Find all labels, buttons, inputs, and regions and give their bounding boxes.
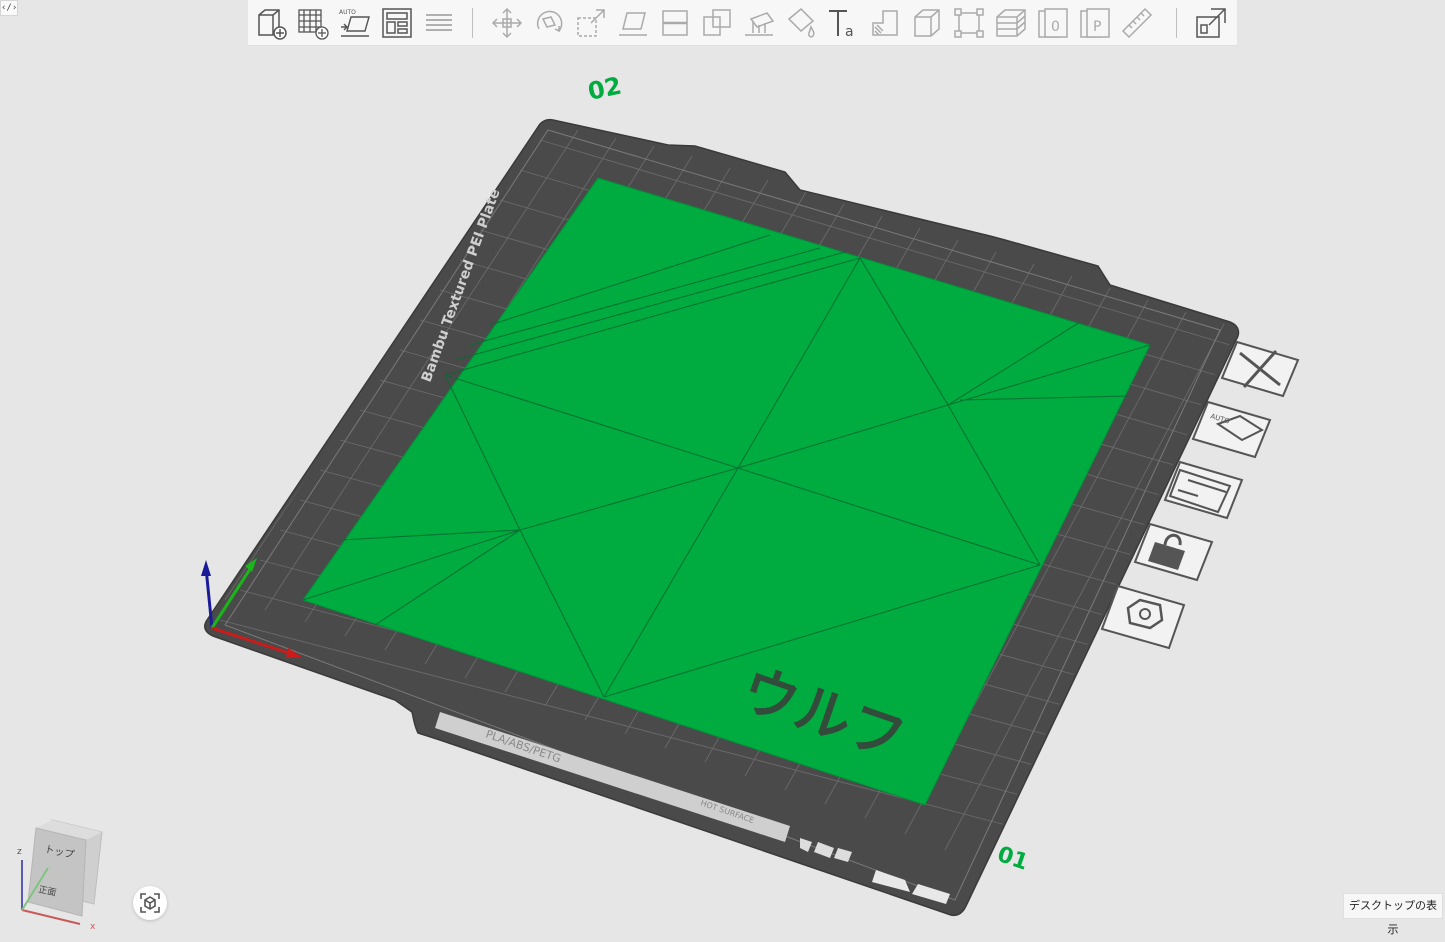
fit-view-icon bbox=[140, 893, 160, 913]
cube-axis-x-label: x bbox=[90, 922, 96, 930]
close-icon[interactable] bbox=[1220, 340, 1300, 398]
plate-number-top: 02 bbox=[585, 72, 623, 106]
plate-number-bottom: 01 bbox=[994, 842, 1031, 876]
viewport-3d[interactable]: PLA/ABS/PETG HOT SURFACE Bambu Textured … bbox=[0, 0, 1445, 930]
arrange-icon[interactable] bbox=[1163, 460, 1244, 520]
show-desktop-tooltip: デスクトップの表示 bbox=[1343, 893, 1443, 936]
settings-icon[interactable] bbox=[1100, 584, 1186, 650]
cube-axis-z-label: z bbox=[17, 847, 22, 857]
fit-view-button[interactable] bbox=[133, 886, 167, 920]
orientation-cube[interactable]: トップ 正面 z x bbox=[14, 818, 114, 932]
auto-orient-icon[interactable]: AUTO bbox=[1191, 400, 1272, 459]
lock-icon[interactable] bbox=[1133, 522, 1214, 582]
